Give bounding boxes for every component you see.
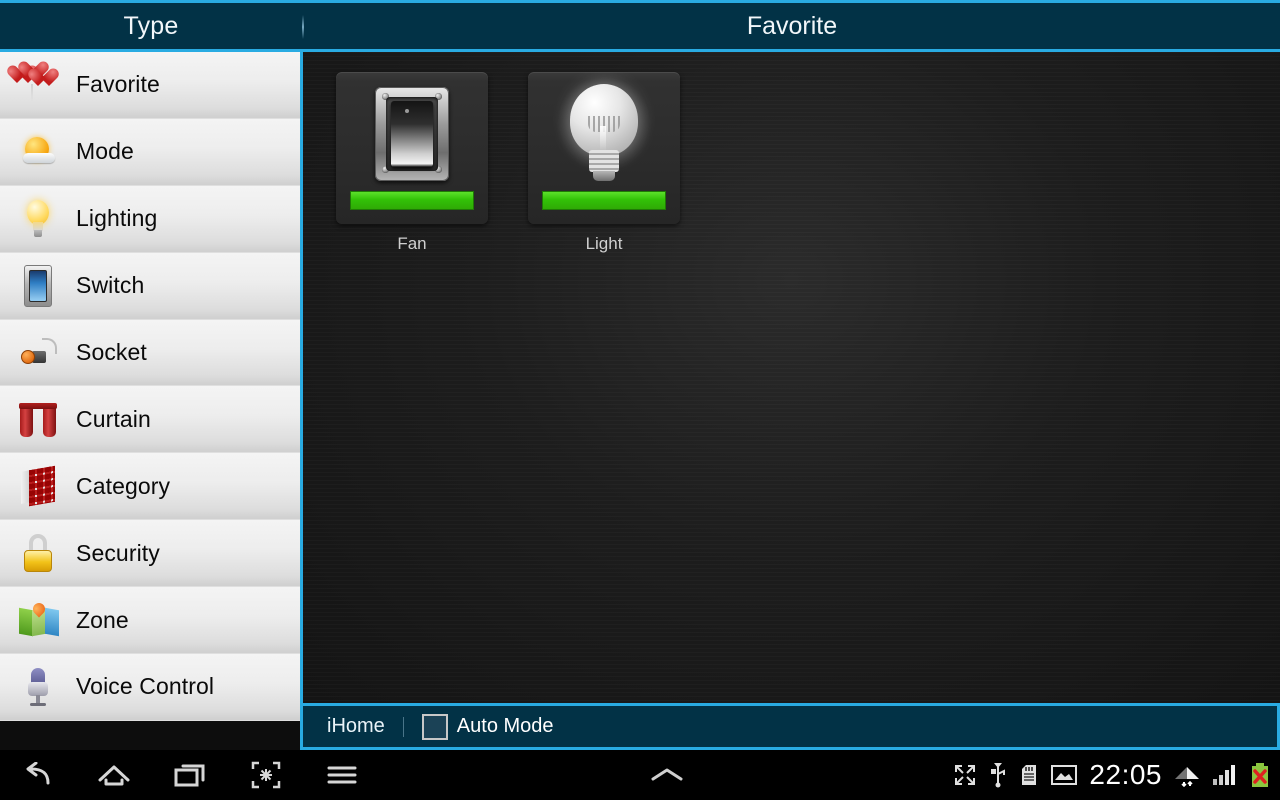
sidebar-item-category[interactable]: Category: [0, 453, 300, 521]
status-clock: 22:05: [1089, 759, 1162, 790]
sd-card-icon: [1019, 763, 1039, 787]
sidebar-item-socket[interactable]: Socket: [0, 319, 300, 387]
brand-label: iHome: [327, 715, 385, 737]
sidebar-item-label: Curtain: [76, 405, 151, 432]
curtain-icon: [0, 386, 76, 452]
sidebar-item-security[interactable]: Security: [0, 520, 300, 588]
top-header-bar: Type Favorite: [0, 0, 1280, 52]
device-tile-light[interactable]: Light: [528, 72, 680, 254]
sidebar-item-curtain[interactable]: Curtain: [0, 386, 300, 454]
chevron-up-icon[interactable]: [380, 766, 953, 784]
sidebar-item-label: Voice Control: [76, 673, 215, 700]
sidebar-bottom-filler: [0, 721, 300, 750]
padlock-icon: [0, 520, 76, 586]
sidebar-item-switch[interactable]: Switch: [0, 252, 300, 320]
device-tile-label: Light: [585, 234, 623, 253]
fullscreen-icon[interactable]: [953, 763, 977, 787]
sidebar-item-label: Lighting: [76, 205, 158, 232]
microphone-icon: [0, 654, 76, 720]
sidebar-type-list: Favorite Mode Lighting Switch Socket Cur…: [0, 52, 300, 721]
sidebar-item-label: Favorite: [76, 71, 160, 98]
home-icon[interactable]: [76, 750, 152, 800]
sidebar-item-label: Switch: [76, 272, 145, 299]
device-tile-fan[interactable]: Fan: [336, 72, 488, 254]
wall-switch-icon: [0, 253, 76, 319]
light-bulb-icon: [528, 76, 680, 190]
map-pin-icon: [0, 587, 76, 653]
sidebar-item-label: Security: [76, 539, 160, 566]
battery-error-icon: [1250, 762, 1270, 788]
status-icons[interactable]: 22:05: [953, 759, 1280, 791]
device-tile-label: Fan: [397, 234, 427, 253]
wifi-icon: [1174, 763, 1200, 787]
auto-mode-checkbox[interactable]: [421, 713, 448, 740]
screenshot-icon[interactable]: [228, 750, 304, 800]
device-tile-body[interactable]: [528, 72, 680, 224]
android-navigation-bar: 22:05: [0, 750, 1280, 800]
device-state-bar: [350, 191, 474, 210]
auto-mode-label: Auto Mode: [456, 715, 554, 737]
light-bulb-icon: [0, 186, 76, 252]
sidebar-item-label: Mode: [76, 138, 134, 165]
sidebar-item-voice-control[interactable]: Voice Control: [0, 654, 300, 721]
image-icon: [1051, 764, 1078, 786]
device-tile-grid: Fan Light: [336, 72, 1280, 254]
signal-bars-icon: [1212, 764, 1238, 786]
recent-apps-icon[interactable]: [152, 750, 228, 800]
sun-cloud-icon: [0, 119, 76, 185]
balloon-hearts-icon: [0, 52, 76, 118]
menu-icon[interactable]: [304, 750, 380, 800]
sidebar-item-mode[interactable]: Mode: [0, 118, 300, 186]
bottom-app-bar: iHome Auto Mode: [300, 703, 1280, 750]
sidebar-item-zone[interactable]: Zone: [0, 587, 300, 655]
sidebar-item-label: Zone: [76, 606, 129, 633]
power-socket-icon: [0, 320, 76, 386]
page-title-section: Favorite: [746, 11, 838, 40]
page-title-type: Type: [123, 11, 179, 40]
device-tile-body[interactable]: [336, 72, 488, 224]
rocker-switch-icon: [336, 78, 488, 190]
device-state-bar: [542, 191, 666, 210]
app-root: Type Favorite Favorite Mode Lighting Swi…: [0, 0, 1280, 800]
sidebar-item-lighting[interactable]: Lighting: [0, 185, 300, 253]
appbar-divider: [402, 716, 404, 737]
usb-icon: [989, 762, 1007, 788]
sidebar-item-label: Socket: [76, 339, 147, 365]
main-content-favorites: Fan Light: [300, 52, 1280, 703]
category-grid-icon: [0, 453, 76, 519]
sidebar-item-label: Category: [76, 472, 171, 499]
sidebar-item-favorite[interactable]: Favorite: [0, 52, 300, 119]
back-icon[interactable]: [0, 750, 76, 800]
